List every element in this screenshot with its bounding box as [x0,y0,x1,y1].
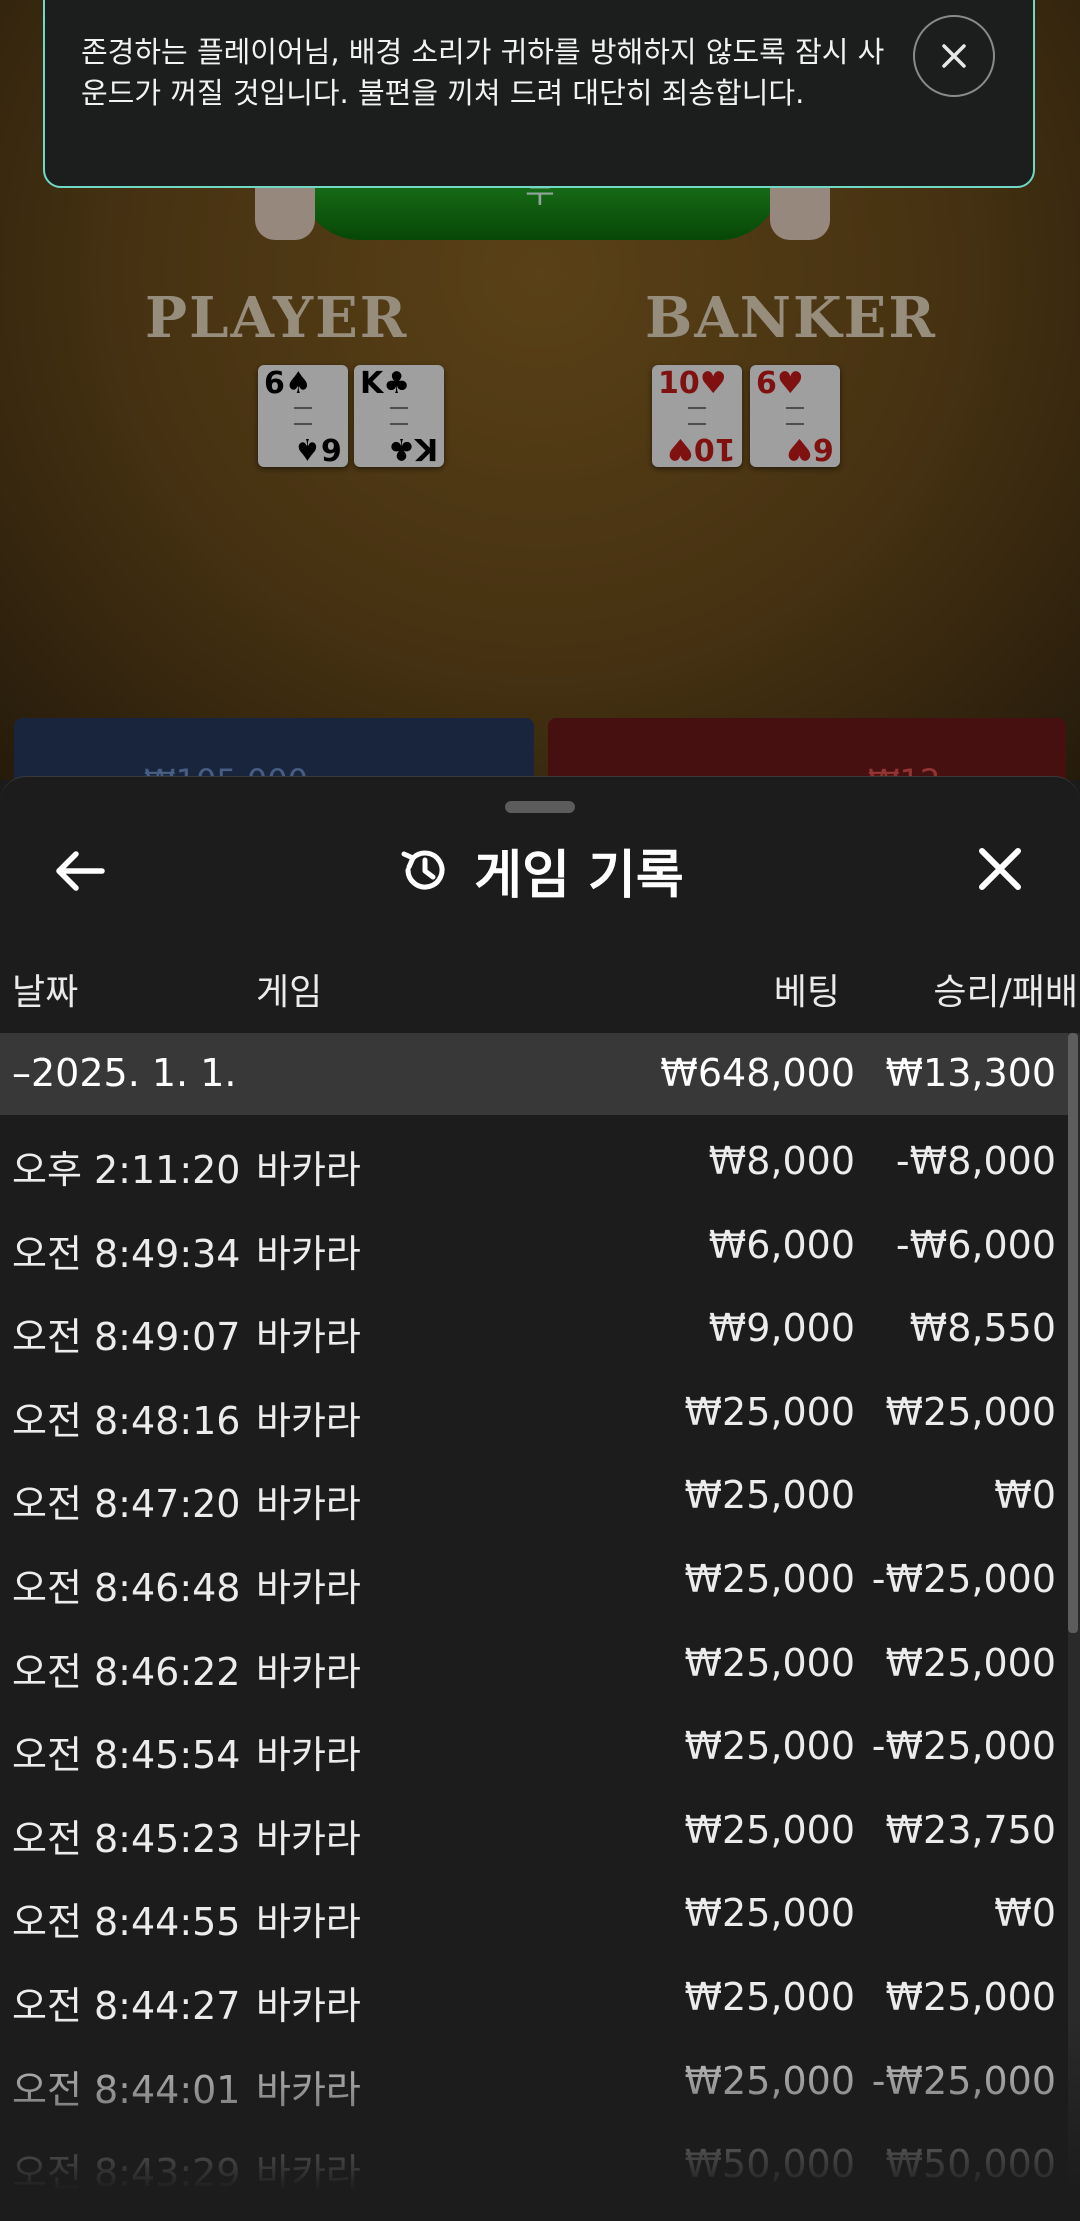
column-bet: 베팅 [773,972,840,1013]
row-bet: ₩25,000 [684,2058,855,2103]
drag-handle[interactable] [505,801,575,813]
row-time: 오전 8:44:01 [12,2067,241,2112]
row-win-loss: ₩25,000 [885,1640,1056,1685]
row-bet: ₩25,000 [684,1389,855,1434]
row-win-loss: -₩8,000 [895,1139,1056,1183]
close-icon [942,44,966,68]
row-time: 오전 8:46:22 [12,1649,241,1694]
table-row[interactable]: 오후 2:11:20 바카라 ₩8,000 -₩8,000 [0,1119,1068,1203]
table-row[interactable]: 오전 8:45:23 바카라 ₩25,000 ₩23,750 [0,1788,1068,1872]
summary-bet: ₩648,000 [660,1051,855,1095]
close-sheet-button[interactable] [968,837,1032,901]
toast-close-button[interactable] [913,15,995,97]
table-row[interactable]: 오전 8:45:54 바카라 ₩25,000 -₩25,000 [0,1704,1068,1788]
row-bet: ₩9,000 [708,1306,855,1351]
row-bet: ₩25,000 [684,1556,855,1601]
table-row[interactable]: 오전 8:43:29 바카라 ₩50,000 ₩50,000 [0,2122,1068,2206]
row-bet: ₩25,000 [684,1974,855,2019]
row-time: 오전 8:45:54 [12,1733,241,1778]
summary-win-loss: ₩13,300 [885,1051,1056,1095]
row-game: 바카라 [256,1733,361,1778]
row-game: 바카라 [256,1398,361,1443]
table-row[interactable]: 오전 8:47:20 바카라 ₩25,000 ₩0 [0,1453,1068,1537]
row-game: 바카라 [256,1816,361,1861]
row-bet: ₩25,000 [684,1807,855,1852]
row-game: 바카라 [256,2151,361,2196]
row-time: 오전 8:46:48 [12,1565,241,1610]
row-game: 바카라 [256,1148,361,1192]
row-time: 오전 8:49:07 [12,1315,241,1360]
table-row[interactable]: 오전 8:44:27 바카라 ₩25,000 ₩25,000 [0,1955,1068,2039]
row-game: 바카라 [256,1315,361,1360]
table-row[interactable]: 오전 8:49:34 바카라 ₩6,000 -₩6,000 [0,1203,1068,1287]
row-win-loss: -₩25,000 [871,2058,1056,2103]
column-date: 날짜 [12,972,79,1013]
row-time: 오전 8:43:29 [12,2151,241,2196]
close-icon [979,848,1021,890]
row-win-loss: ₩0 [994,1891,1056,1936]
row-win-loss: ₩0 [994,1473,1056,1518]
row-win-loss: -₩6,000 [895,1222,1056,1267]
row-time: 오전 8:45:23 [12,1816,241,1861]
row-bet: ₩50,000 [684,2142,855,2187]
row-win-loss: -₩25,000 [871,1556,1056,1601]
table-row[interactable]: 오전 8:49:07 바카라 ₩9,000 ₩8,550 [0,1286,1068,1370]
table-row[interactable]: 오전 8:44:55 바카라 ₩25,000 ₩0 [0,1871,1068,1955]
row-bet: ₩25,000 [684,1891,855,1936]
date-group-summary[interactable]: –2025. 1. 1. ₩648,000 ₩13,300 [0,1033,1068,1115]
row-bet: ₩25,000 [684,1640,855,1685]
row-bet: ₩25,000 [684,1473,855,1518]
history-icon [401,850,445,890]
table-header: 날짜 게임 베팅 승리/패배 [0,963,1080,1023]
row-time: 오전 8:48:16 [12,1398,241,1443]
row-bet: ₩25,000 [684,1724,855,1769]
row-win-loss: -₩25,000 [871,1724,1056,1769]
row-bet: ₩8,000 [708,1139,855,1183]
row-game: 바카라 [256,1900,361,1945]
sheet-title: 게임 기록 [474,845,684,906]
table-row[interactable]: 오전 8:46:22 바카라 ₩25,000 ₩25,000 [0,1621,1068,1705]
scrollbar-thumb[interactable] [1068,1033,1078,1633]
sheet-header: 게임 기록 [0,835,1080,906]
table-row[interactable]: 오전 8:44:01 바카라 ₩25,000 -₩25,000 [0,2039,1068,2123]
row-game: 바카라 [256,1565,361,1610]
row-time: 오후 2:11:20 [12,1148,241,1192]
table-row[interactable]: 오전 8:46:48 바카라 ₩25,000 -₩25,000 [0,1537,1068,1621]
row-win-loss: ₩23,750 [885,1807,1056,1852]
row-time: 오전 8:44:27 [12,1983,241,2028]
summary-date: –2025. 1. 1. [12,1051,237,1095]
game-history-sheet: 게임 기록 날짜 게임 베팅 승리/패배 –2025. 1. 1. ₩648,0… [0,776,1080,2221]
column-game: 게임 [256,972,323,1013]
row-win-loss: ₩25,000 [885,1974,1056,2019]
sound-notice-toast: 존경하는 플레이어님, 배경 소리가 귀하를 방해하지 않도록 잠시 사운드가 … [43,0,1035,188]
row-game: 바카라 [256,2067,361,2112]
row-time: 오전 8:49:34 [12,1231,241,1276]
toast-message: 존경하는 플레이어님, 배경 소리가 귀하를 방해하지 않도록 잠시 사운드가 … [81,35,885,110]
row-time: 오전 8:44:55 [12,1900,241,1945]
row-win-loss: ₩50,000 [885,2142,1056,2187]
row-time: 오전 8:47:20 [12,1482,241,1527]
table-row[interactable]: 오전 8:48:16 바카라 ₩25,000 ₩25,000 [0,1370,1068,1454]
row-game: 바카라 [256,1649,361,1694]
row-game: 바카라 [256,1231,361,1276]
row-game: 바카라 [256,1482,361,1527]
history-list: 오후 2:11:20 바카라 ₩8,000 -₩8,000 오전 8:49:34 바카라 ₩… [0,1119,1068,2206]
row-game: 바카라 [256,1983,361,2028]
row-win-loss: ₩25,000 [885,1389,1056,1434]
row-win-loss: ₩8,550 [909,1306,1056,1351]
row-bet: ₩6,000 [708,1222,855,1267]
column-win-loss: 승리/패배 [933,972,1078,1013]
